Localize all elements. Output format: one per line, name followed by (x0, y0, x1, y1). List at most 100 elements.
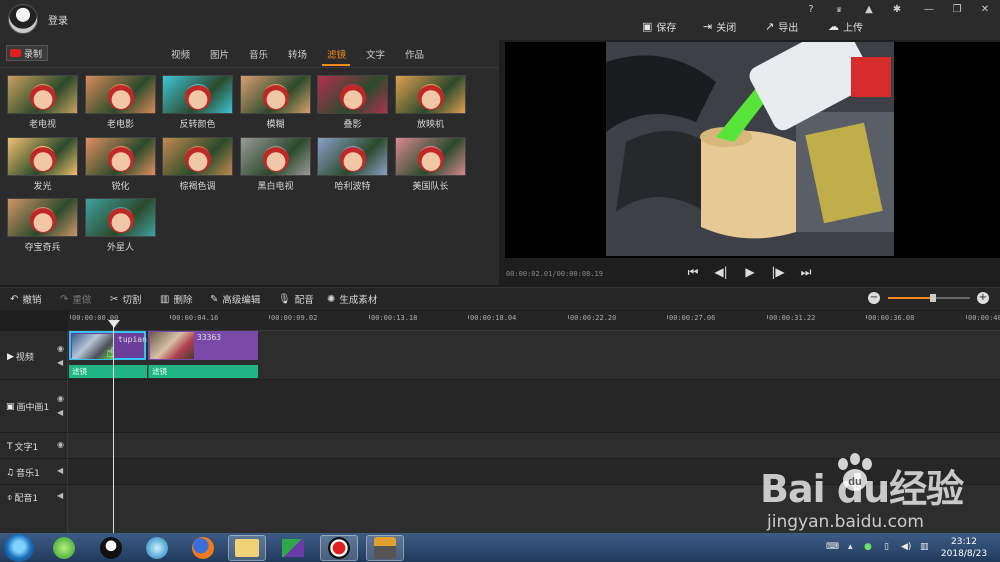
speaker-icon[interactable]: ◀ (57, 358, 63, 367)
zoom-slider-handle[interactable] (930, 294, 936, 302)
filter-thumbnail[interactable] (240, 75, 311, 114)
speaker-icon[interactable]: ◀ (57, 491, 63, 500)
filter-label: 哈利波特 (334, 182, 371, 192)
bell-icon[interactable]: ▲ (860, 2, 878, 18)
close-icon[interactable]: ✕ (976, 2, 994, 18)
video-clip-2[interactable]: 33363 (148, 331, 258, 360)
upload-button[interactable]: ☁ 上传 (828, 18, 863, 34)
login-link[interactable]: 登录 (48, 12, 68, 27)
filter-thumbnail[interactable] (7, 75, 78, 114)
generate-button[interactable]: ✺ 生成素材 (327, 292, 378, 307)
filter-bar[interactable]: 滤镜 (69, 365, 147, 378)
thumbnail-image (340, 84, 366, 110)
thumbnail-image (340, 146, 366, 172)
undo-icon: ↶ (10, 293, 19, 305)
undo-button[interactable]: ↶ 撤销 (10, 292, 41, 307)
skip-to-start-icon[interactable]: ⏮ (685, 264, 701, 280)
microphone-icon: 🎙 (278, 293, 291, 305)
tab-music[interactable]: 音乐 (249, 47, 268, 61)
tab-transition[interactable]: 转场 (288, 47, 307, 61)
generate-label: 生成素材 (339, 295, 378, 306)
taskbar-app-recorder[interactable] (320, 535, 358, 561)
delete-label: 删除 (173, 295, 193, 306)
ruler-tick (369, 315, 370, 319)
filter-thumbnail[interactable] (395, 75, 466, 114)
filter-label: 老电视 (28, 120, 56, 130)
filter-thumbnail[interactable] (162, 75, 233, 114)
export-button[interactable]: ↗ 导出 (765, 18, 798, 34)
speaker-icon[interactable]: ◀ (57, 466, 63, 475)
vip-icon[interactable]: ♛ (830, 2, 848, 18)
skip-to-end-icon[interactable]: ⏭ (798, 264, 814, 280)
minimize-icon[interactable]: — (920, 2, 938, 18)
cut-button[interactable]: ✂ 切割 (110, 292, 141, 307)
record-button[interactable]: 录制 (6, 45, 48, 61)
gear-icon[interactable]: ✱ (888, 2, 906, 18)
step-back-icon[interactable]: ◀| (713, 264, 729, 280)
ruler-tick (170, 315, 171, 319)
filter-label: 夺宝奇兵 (24, 243, 61, 253)
playhead[interactable] (113, 322, 114, 534)
battery-icon[interactable]: ▯ (884, 542, 889, 552)
filter-thumbnail[interactable] (85, 137, 156, 176)
taskbar-app-player[interactable] (274, 535, 312, 561)
eye-icon[interactable]: ◉ (57, 440, 64, 449)
taskbar-app-browser[interactable] (45, 535, 83, 561)
redo-icon: ↷ (60, 293, 69, 305)
taskbar-app-firefox[interactable] (184, 535, 222, 561)
tab-filter[interactable]: 滤镜 (327, 47, 346, 61)
eye-icon[interactable]: ◉ (57, 394, 64, 403)
filter-thumbnail[interactable] (395, 137, 466, 176)
speaker-icon[interactable]: ◀ (57, 408, 63, 417)
step-forward-icon[interactable]: |▶ (770, 264, 786, 280)
taskbar-app-editor[interactable] (366, 535, 404, 561)
voice-track-header: ⌽ 配音1 ◀ (0, 485, 68, 533)
start-button[interactable] (4, 534, 34, 562)
wechat-icon[interactable]: ● (864, 542, 872, 552)
editor-icon (374, 537, 396, 559)
thumbnail-image (108, 146, 134, 172)
volume-icon[interactable]: ◀) (901, 542, 911, 552)
filter-thumbnail[interactable] (317, 75, 388, 114)
filter-thumbnail[interactable] (317, 137, 388, 176)
zoom-slider-fill (888, 297, 933, 299)
taskbar-clock[interactable]: 23:12 2018/8/23 (936, 536, 992, 560)
save-button[interactable]: ▣ 保存 (642, 18, 676, 34)
play-icon[interactable]: ▶ (742, 264, 758, 280)
tab-video[interactable]: 视频 (171, 47, 190, 61)
zoom-out-icon[interactable]: − (868, 292, 880, 304)
ruler-tick (70, 315, 71, 319)
pip-icon: ▣ (6, 401, 15, 412)
clock-time: 23:12 (951, 537, 977, 547)
filter-thumbnail[interactable] (7, 198, 78, 237)
filter-label: 老电影 (106, 120, 134, 130)
help-icon[interactable]: ? (802, 2, 820, 18)
keyboard-icon[interactable]: ⌨ (826, 542, 839, 552)
upload-icon: ☁ (828, 19, 839, 33)
filter-thumbnail[interactable] (240, 137, 311, 176)
tab-image[interactable]: 图片 (210, 47, 229, 61)
zoom-in-icon[interactable]: + (977, 292, 989, 304)
close-project-button[interactable]: ⇥ 关闭 (703, 18, 736, 34)
filter-thumbnail[interactable] (162, 137, 233, 176)
delete-button[interactable]: ▥ 删除 (160, 292, 193, 307)
eye-icon[interactable]: ◉ (57, 344, 64, 353)
tab-works[interactable]: 作品 (405, 47, 424, 61)
filter-thumbnail[interactable] (7, 137, 78, 176)
network-icon[interactable]: ▥ (920, 542, 929, 552)
playhead-handle[interactable] (108, 320, 120, 328)
dub-button[interactable]: 🎙 配音 (278, 292, 314, 307)
paw-icon: du (838, 453, 872, 491)
filter-bar[interactable]: 滤镜 (148, 365, 258, 378)
tab-text[interactable]: 文字 (366, 47, 385, 61)
advanced-edit-button[interactable]: ✎ 高级编辑 (210, 292, 260, 307)
taskbar-app-qq[interactable] (92, 535, 130, 561)
redo-button[interactable]: ↷ 重做 (60, 292, 91, 307)
taskbar-app-explorer[interactable] (228, 535, 266, 561)
taskbar-app-media[interactable] (138, 535, 176, 561)
filter-thumbnail[interactable] (85, 75, 156, 114)
ruler-label: 00:00:40.2 (968, 314, 1000, 322)
restore-icon[interactable]: ❐ (948, 2, 966, 18)
filter-thumbnail[interactable] (85, 198, 156, 237)
tray-arrow-icon[interactable]: ▴ (848, 542, 853, 552)
